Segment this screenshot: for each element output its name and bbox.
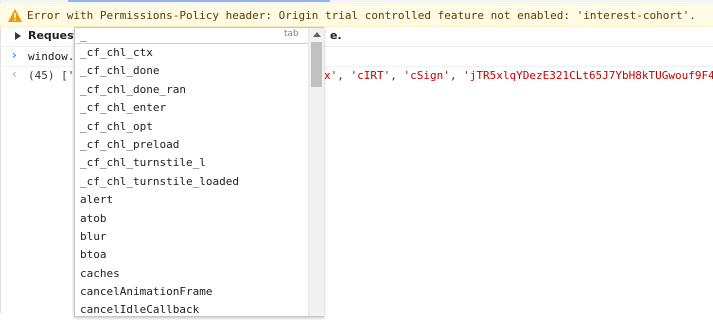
request-tail: e.: [330, 29, 342, 42]
suggestion-item[interactable]: _cf_chl_done: [75, 62, 308, 80]
output-separator: ,: [390, 69, 404, 82]
suggestion-item[interactable]: _cf_chl_done_ran: [75, 81, 308, 99]
suggestion-item[interactable]: _cf_chl_turnstile_loaded: [75, 173, 308, 191]
suggestion-item[interactable]: blur: [75, 228, 308, 246]
suggestion-item[interactable]: cancelIdleCallback: [75, 301, 308, 319]
console-input-text[interactable]: window.: [28, 50, 74, 63]
warning-text: Error with Permissions-Policy header: Or…: [27, 9, 696, 22]
warning-icon: [8, 9, 22, 22]
autocomplete-popup[interactable]: _ tab _cf_chl_ctx _cf_chl_done _cf_chl_d…: [74, 27, 324, 317]
output-chevron-icon: ‹: [12, 67, 17, 81]
suggestion-item[interactable]: alert: [75, 191, 308, 209]
output-prefix: (45) [': [28, 69, 75, 82]
expand-triangle-icon[interactable]: [15, 32, 21, 40]
suggestion-item[interactable]: _cf_chl_enter: [75, 99, 308, 117]
suggestion-item[interactable]: _cf_chl_turnstile_l: [75, 154, 308, 172]
output-array-values: x', 'cIRT', 'cSign', 'jTR5xlqYDezE321CLt…: [324, 69, 713, 82]
top-strip: [0, 0, 713, 2]
autocomplete-scrollbar[interactable]: [308, 28, 324, 316]
scroll-up-arrow-icon[interactable]: [313, 32, 321, 37]
suggestion-item[interactable]: btoa: [75, 246, 308, 264]
request-label: Request: [28, 29, 79, 42]
suggestion-item[interactable]: _cf_chl_ctx: [75, 44, 308, 62]
autocomplete-input-value[interactable]: _: [80, 29, 87, 42]
output-separator: ,: [337, 69, 351, 82]
autocomplete-list: _cf_chl_ctx _cf_chl_done _cf_chl_done_ra…: [75, 44, 308, 320]
output-item: x': [324, 69, 338, 82]
autocomplete-input[interactable]: _ tab: [75, 28, 308, 44]
output-item: 'cSign': [403, 69, 450, 82]
output-item: 'cIRT': [350, 69, 391, 82]
warning-message-row[interactable]: Error with Permissions-Policy header: Or…: [0, 3, 713, 27]
suggestion-item[interactable]: _cf_chl_opt: [75, 118, 308, 136]
suggestion-item[interactable]: atob: [75, 210, 308, 228]
tab-hint: tab: [284, 29, 299, 39]
input-prompt-chevron-icon: ›: [12, 48, 17, 62]
suggestion-item[interactable]: caches: [75, 265, 308, 283]
output-separator: ,: [449, 69, 464, 82]
top-strip-highlight: [68, 0, 330, 2]
output-item: 'jTR5xlqYDezE321CLt65J7YbH8kTUGwouf9F4: [463, 69, 713, 82]
suggestion-item[interactable]: _cf_chl_preload: [75, 136, 308, 154]
scrollbar-thumb[interactable]: [311, 42, 322, 87]
suggestion-item[interactable]: cancelAnimationFrame: [75, 283, 308, 301]
